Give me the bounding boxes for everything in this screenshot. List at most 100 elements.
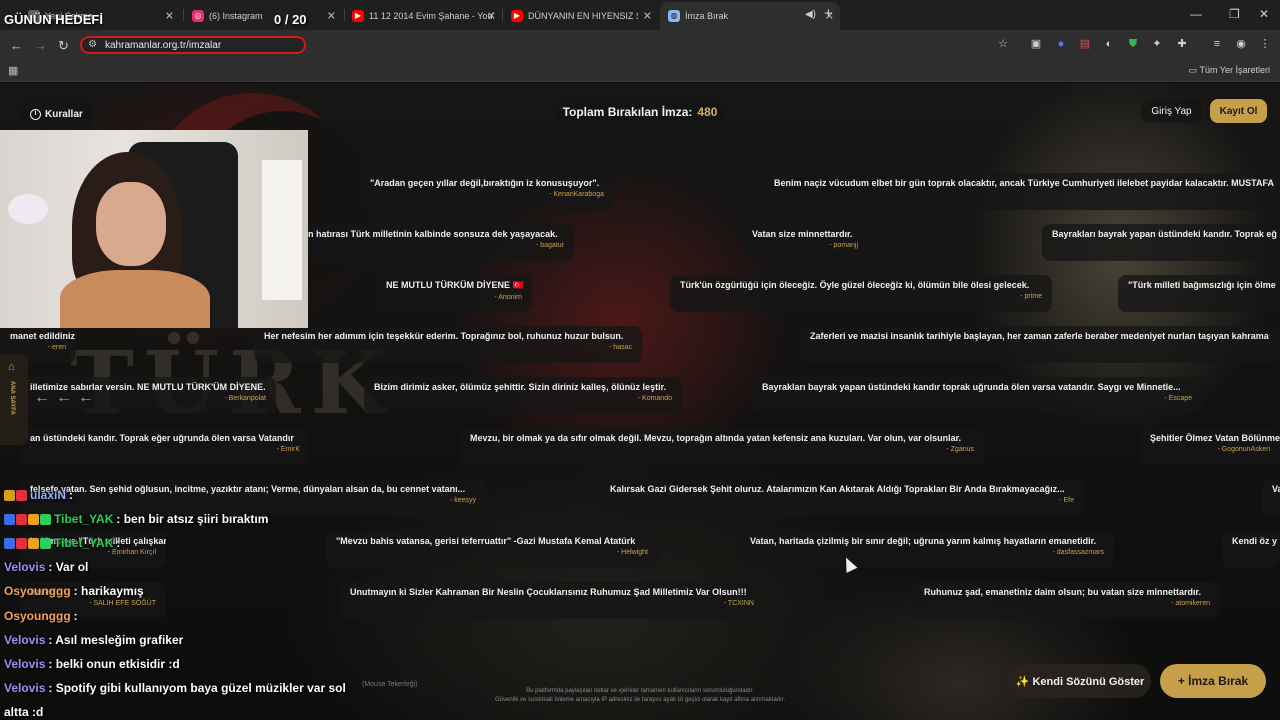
streamer-face	[96, 182, 166, 266]
chat-message: Tibet_YAK: ben bir atsız şiiri bıraktım	[4, 507, 384, 531]
badge-icon	[40, 537, 51, 549]
shield-icon[interactable]: ⛊	[1127, 38, 1139, 50]
extension-icon[interactable]: ◐	[1103, 38, 1115, 50]
reload-icon[interactable]: ↻	[58, 38, 69, 54]
signature-card[interactable]: Vatan size minnettardır. - pomanjj	[742, 224, 868, 261]
signature-card[interactable]: "Türk milleti bağımsızlığı için ölme	[1118, 275, 1280, 312]
scroll-left-arrows-icon[interactable]: ←←←	[34, 389, 100, 407]
badge-icon	[16, 489, 27, 501]
tab-instagram[interactable]: ◎ (6) Instagram ✕	[184, 4, 342, 28]
chat-text: :	[73, 608, 78, 623]
lamp	[262, 160, 302, 300]
close-icon[interactable]: ✕	[487, 10, 496, 23]
badge-icon	[28, 513, 39, 525]
extension-icon[interactable]: ▣	[1030, 38, 1042, 50]
signature-card[interactable]: "Aradan geçen yıllar değil,bıraktığın iz…	[360, 173, 614, 210]
total-count: 480	[697, 105, 718, 119]
menu-icon[interactable]: ⋮	[1259, 38, 1271, 50]
chat-message: Osyounggg:	[4, 603, 384, 627]
signature-card[interactable]: Şehitler Ölmez Vatan Bölünme - GogonunAsk…	[1140, 428, 1280, 465]
bookmarks-bar: ▦ ▭ Tüm Yer İşaretleri	[0, 60, 1280, 82]
chat-text: : Asıl mesleğim grafiker	[48, 632, 184, 647]
chat-badges	[4, 489, 27, 501]
badge-icon	[28, 537, 39, 549]
signature-card[interactable]: Mevzu, bir olmak ya da sıfır olmak değil…	[460, 428, 984, 465]
extension-icon[interactable]: ▤	[1079, 38, 1091, 50]
close-icon[interactable]: ✕	[327, 10, 336, 23]
webcam-overlay	[0, 130, 308, 328]
signature-card[interactable]: an üstündeki kandır. Toprak eğer uğrunda…	[20, 428, 310, 465]
minimize-icon[interactable]: —	[1190, 7, 1202, 21]
chat-text: altta :d	[4, 704, 44, 719]
chat-badges	[4, 537, 51, 549]
plush-toy	[8, 194, 48, 224]
signature-card[interactable]: Ruhunuz şad, emanetiniz daim olsun; bu v…	[914, 582, 1220, 619]
extension-icon[interactable]: ✦	[1151, 38, 1163, 50]
chat-message: Velovis: Var ol	[4, 555, 384, 579]
new-tab-plus-icon[interactable]: +	[824, 5, 833, 22]
chat-overlay: ulaxiN: Tibet_YAK: ben bir atsız şiiri bı…	[4, 483, 384, 720]
footer-disclaimer: Bu platformda paylaşılan notlar ve içeri…	[494, 688, 785, 703]
signature-card[interactable]: Bayrakları bayrak yapan üstündeki kandır…	[752, 377, 1202, 414]
chat-message: Velovis: belki onun etkisidir :d	[4, 652, 384, 676]
signature-card[interactable]: Her nefesim her adımım için teşekkür ede…	[254, 326, 642, 363]
signature-card[interactable]: Bayrakları bayrak yapan üstündeki kandır…	[1042, 224, 1280, 261]
profile-icon[interactable]: ◉	[1235, 38, 1247, 50]
daily-goal-title: GÜNÜN HEDEFİ	[4, 12, 103, 27]
sign-button[interactable]: + İmza Bırak	[1160, 664, 1266, 698]
bookmark-star-icon[interactable]: ☆	[997, 38, 1009, 50]
tab-imza-birak[interactable]: ◍ İmza Bırak ◀) ✕	[660, 2, 840, 30]
site-info-icon[interactable]: ⚙	[88, 39, 97, 50]
all-bookmarks[interactable]: ▭ Tüm Yer İşaretleri	[1189, 65, 1270, 76]
window-close-icon[interactable]: ✕	[1259, 7, 1269, 21]
chat-message: altta :d	[4, 700, 384, 720]
close-icon[interactable]: ✕	[643, 10, 652, 23]
daily-goal-count: 0 / 20	[274, 12, 307, 27]
badge-icon	[4, 513, 15, 525]
chat-username: Osyounggg	[4, 584, 71, 599]
chat-text: :	[116, 536, 121, 551]
chat-text: : harikaymış	[73, 584, 144, 599]
maximize-icon[interactable]: ❐	[1229, 7, 1240, 21]
signature-card[interactable]: n hatırası Türk milletinin kalbinde sons…	[298, 224, 574, 261]
media-icon[interactable]: ≡	[1211, 38, 1223, 50]
signature-card[interactable]: Benim naçiz vücudum elbet bir gün toprak…	[764, 173, 1280, 210]
puzzle-icon[interactable]: ✚	[1176, 38, 1188, 50]
tab-youtube-2[interactable]: ▶ DÜNYANIN EN HIYENSIZ SOKAK ✕	[503, 4, 658, 28]
signature-card[interactable]: Unutmayın ki Sizler Kahraman Bir Neslin …	[340, 582, 764, 619]
youtube-icon: ▶	[352, 10, 364, 22]
tab-youtube-1[interactable]: ▶ 11 12 2014 Evim Şahane - YouT ✕	[344, 4, 502, 28]
chat-text: : Spotify gibi kullanıyom baya güzel müz…	[48, 680, 346, 695]
login-button[interactable]: Giriş Yap	[1141, 99, 1202, 123]
home-sidebar[interactable]: ⌂ ANA SAYFA	[0, 355, 28, 445]
signature-card[interactable]: Kalırsak Gazi Gidersek Şehit oluruz. Ata…	[600, 479, 1084, 516]
extension-icon[interactable]: ●	[1055, 38, 1067, 50]
badge-icon	[4, 537, 15, 549]
chat-username: Velovis	[4, 656, 46, 671]
chat-username: Velovis	[4, 560, 46, 575]
signature-card[interactable]: Zaferleri ve mazisi insanlık tarihiyle b…	[800, 326, 1280, 363]
chat-text: : belki onun etkisidir :d	[48, 656, 180, 671]
forward-icon[interactable]: →	[34, 38, 47, 53]
signature-card[interactable]: Türk'ün özgürlüğü için öleceğiz. Öyle gü…	[670, 275, 1052, 312]
chat-text: : ben bir atsız şiiri bıraktım	[116, 512, 269, 527]
signature-card[interactable]: Vatan, haritada çizilmiş bir sınır değil…	[740, 531, 1114, 568]
signature-card[interactable]: Kendi öz y	[1222, 531, 1280, 568]
close-icon[interactable]: ✕	[165, 10, 174, 23]
chat-message: ulaxiN:	[4, 483, 384, 507]
signature-card[interactable]: Va	[1262, 479, 1280, 516]
show-own-signature-button[interactable]: ✨ Kendi Sözünü Göster	[1009, 664, 1151, 698]
signup-button[interactable]: Kayıt Ol	[1210, 99, 1267, 123]
back-icon[interactable]: ←	[10, 38, 23, 53]
signature-card[interactable]: Bizim dirimiz asker, ölümüz şehittir. Si…	[364, 377, 682, 414]
url-text: kahramanlar.org.tr/imzalar	[105, 40, 222, 51]
signature-card[interactable]: NE MUTLU TÜRKÜM DİYENE 🇹🇷 - Anonim	[376, 275, 532, 312]
rules-button[interactable]: i Kurallar	[20, 102, 93, 126]
screen: ◦ Yeni Sekme ✕ ◎ (6) Instagram ✕ ▶ 11 12…	[0, 0, 1280, 720]
speaker-icon[interactable]: ◀)	[805, 9, 816, 20]
apps-grid-icon[interactable]: ▦	[8, 64, 18, 77]
streamer-body	[60, 270, 210, 328]
info-icon: i	[30, 108, 41, 120]
address-bar[interactable]: ⚙ kahramanlar.org.tr/imzalar	[80, 36, 306, 54]
badge-icon	[16, 513, 27, 525]
